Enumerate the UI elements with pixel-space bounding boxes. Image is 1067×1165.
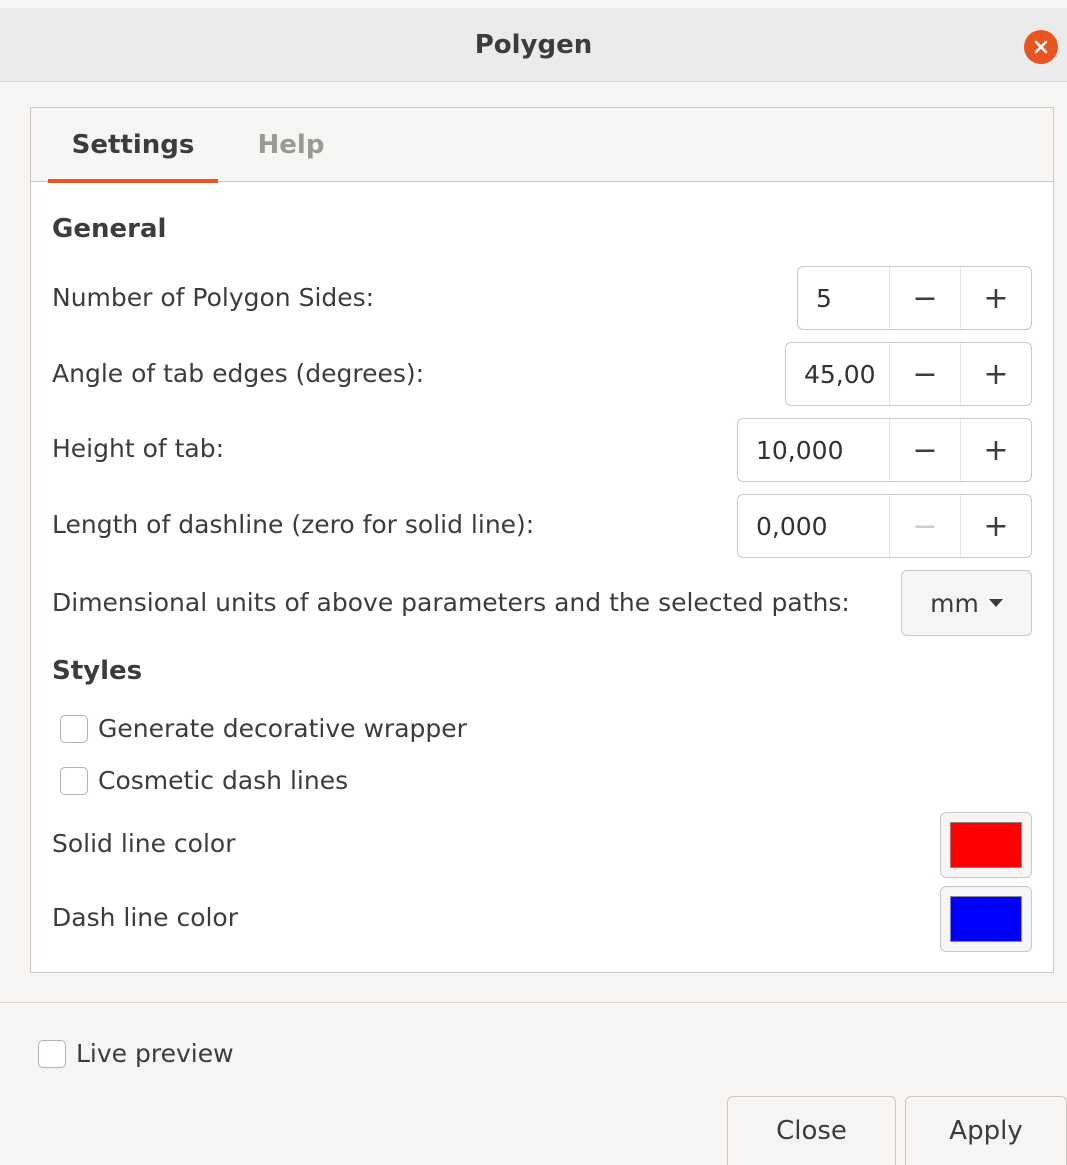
tab-angle-input[interactable]: 45,00 [786, 343, 890, 405]
dashline-length-increment-button[interactable]: + [961, 495, 1031, 557]
apply-button-label: Apply [949, 1116, 1023, 1146]
styles-heading: Styles [52, 656, 143, 686]
active-tab-indicator [48, 179, 218, 183]
tab-height-label: Height of tab: [52, 434, 225, 463]
tab-angle-decrement-button[interactable]: − [890, 343, 961, 405]
dash-line-color-swatch [950, 896, 1022, 942]
dash-line-color-button[interactable] [940, 886, 1032, 952]
window-title: Polygen [474, 29, 593, 60]
plus-icon: + [983, 508, 1009, 544]
tab-height-input[interactable]: 10,000 [738, 419, 890, 481]
live-preview-label: Live preview [76, 1039, 234, 1068]
tab-bar: Settings Help [31, 108, 1053, 183]
minus-icon: − [912, 432, 938, 468]
live-preview-checkbox-row[interactable]: Live preview [38, 1039, 234, 1068]
title-bar: Polygen [0, 8, 1067, 82]
tab-settings[interactable]: Settings [48, 108, 218, 183]
tab-settings-label: Settings [71, 130, 195, 160]
tab-angle-increment-button[interactable]: + [961, 343, 1031, 405]
tab-angle-spinner: 45,00 − + [785, 342, 1032, 406]
polygen-dialog: Polygen Settings Help General Number of … [0, 0, 1067, 1165]
solid-line-color-swatch [950, 822, 1022, 868]
tab-help[interactable]: Help [243, 108, 339, 182]
minus-icon: − [912, 356, 938, 392]
polygon-sides-label: Number of Polygon Sides: [52, 283, 375, 312]
plus-icon: + [983, 356, 1009, 392]
tab-height-spinner: 10,000 − + [737, 418, 1032, 482]
chevron-down-icon [988, 599, 1003, 607]
dashline-length-label: Length of dashline (zero for solid line)… [52, 510, 535, 539]
polygon-sides-increment-button[interactable]: + [961, 267, 1031, 329]
polygon-sides-input[interactable]: 5 [798, 267, 890, 329]
tab-angle-label: Angle of tab edges (degrees): [52, 359, 425, 388]
live-preview-checkbox[interactable] [38, 1039, 66, 1068]
decorative-wrapper-checkbox-row[interactable]: Generate decorative wrapper [60, 714, 467, 743]
minus-icon: − [912, 508, 938, 544]
tab-height-increment-button[interactable]: + [961, 419, 1031, 481]
decorative-wrapper-checkbox[interactable] [60, 714, 88, 743]
polygon-sides-decrement-button[interactable]: − [890, 267, 961, 329]
dashline-length-spinner: 0,000 − + [737, 494, 1032, 558]
close-button[interactable]: Close [727, 1096, 896, 1165]
footer-separator [0, 1002, 1067, 1003]
cosmetic-dash-label: Cosmetic dash lines [98, 766, 349, 795]
close-icon [1034, 40, 1048, 54]
cosmetic-dash-checkbox[interactable] [60, 766, 88, 795]
decorative-wrapper-label: Generate decorative wrapper [98, 714, 467, 743]
units-dropdown[interactable]: mm [901, 570, 1032, 636]
units-label: Dimensional units of above parameters an… [52, 588, 850, 617]
plus-icon: + [983, 280, 1009, 316]
tab-height-decrement-button[interactable]: − [890, 419, 961, 481]
general-heading: General [52, 214, 167, 244]
dash-line-color-label: Dash line color [52, 903, 239, 932]
close-window-button[interactable] [1024, 30, 1058, 64]
plus-icon: + [983, 432, 1009, 468]
solid-line-color-label: Solid line color [52, 829, 236, 858]
close-button-label: Close [776, 1116, 847, 1146]
cosmetic-dash-checkbox-row[interactable]: Cosmetic dash lines [60, 766, 348, 795]
tab-help-label: Help [257, 130, 325, 160]
polygon-sides-spinner: 5 − + [797, 266, 1032, 330]
apply-button[interactable]: Apply [905, 1096, 1067, 1165]
units-selected-value: mm [930, 588, 979, 618]
solid-line-color-button[interactable] [940, 812, 1032, 878]
minus-icon: − [912, 280, 938, 316]
dashline-length-decrement-button[interactable]: − [890, 495, 961, 557]
dashline-length-input[interactable]: 0,000 [738, 495, 890, 557]
